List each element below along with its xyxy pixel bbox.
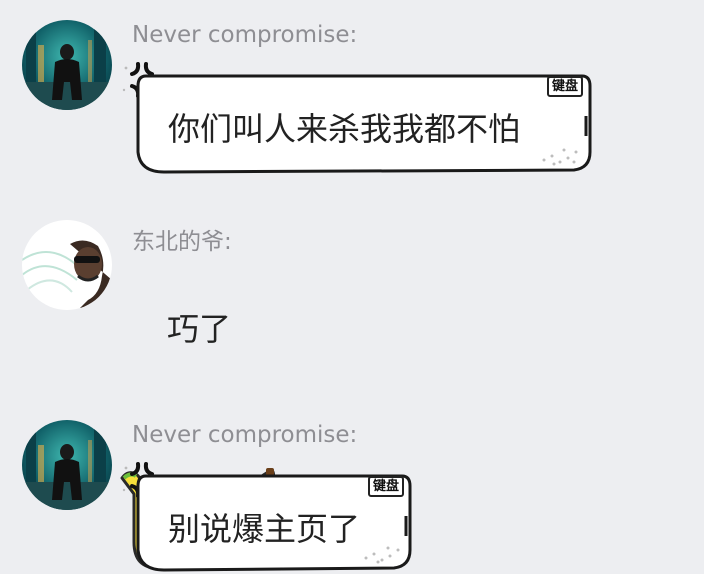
message-row: Never compromise: 键盘 别说爆主页了 [0, 400, 704, 573]
avatar[interactable] [22, 20, 112, 110]
message-text: 你们叫人来杀我我都不怕 [168, 110, 521, 148]
sender-name: Never compromise: [132, 22, 358, 48]
avatar[interactable] [22, 420, 112, 510]
sender-name: 东北的爷: [132, 229, 232, 255]
sender-name: Never compromise: [132, 422, 358, 448]
man-with-sunglasses-icon [22, 220, 112, 310]
message-text: 别说爆主页了 [168, 510, 361, 548]
message-text: 巧了 [167, 310, 232, 348]
keyboard-badge: 键盘 [547, 76, 584, 97]
message-row: Never compromise: 键盘 你们叫人来杀我我都不怕 [0, 0, 704, 190]
keyboard-badge: 键盘 [368, 476, 405, 497]
avatar[interactable] [22, 220, 112, 310]
city-night-figure-icon [22, 420, 112, 510]
message-row: 东北的爷: 巧了 [0, 200, 704, 570]
city-night-figure-icon [22, 20, 112, 110]
